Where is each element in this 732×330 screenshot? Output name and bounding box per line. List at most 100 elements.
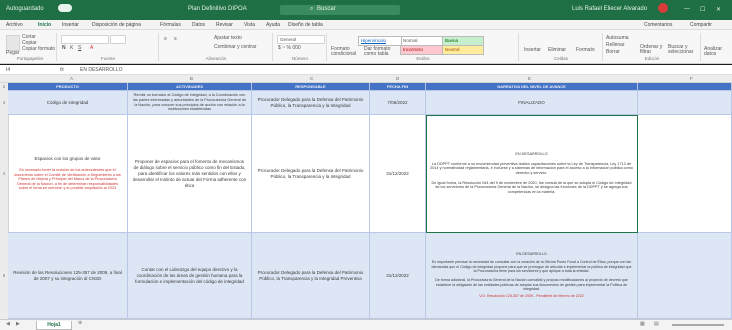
maximize-icon[interactable]: ☐ [700, 6, 705, 13]
table-cell[interactable]: Revisión de las Resoluciones 125-357 de … [8, 233, 128, 319]
autosave-toggle[interactable] [58, 4, 72, 12]
table-cell[interactable]: 7/06/2022 [370, 91, 426, 115]
table-cell[interactable]: Contar con el Liderazgo del equipo direc… [128, 233, 252, 319]
underline-icon[interactable]: S [78, 45, 81, 51]
style-incorrecto[interactable]: Incorrecto [400, 45, 444, 55]
tab-insertar[interactable]: Insertar [62, 22, 79, 28]
tab-archivo[interactable]: Archivo [6, 22, 23, 28]
font-label: Fuente [100, 56, 115, 61]
clear-button[interactable]: Borrar [606, 49, 620, 55]
table-cell[interactable]: Proponer de espacios para el fomento de … [128, 115, 252, 233]
insert-button[interactable]: Insertar [524, 47, 541, 53]
currency-icon[interactable]: $ ~ % 000 [278, 45, 301, 51]
table-cell[interactable]: 31/12/2022 [370, 233, 426, 319]
wrap-text-button[interactable]: Ajustar texto [214, 35, 242, 41]
table-cell[interactable]: FINALIZADO [426, 91, 638, 115]
autosum-button[interactable]: Autosuma [606, 35, 629, 41]
font-size-select[interactable] [110, 35, 126, 44]
avatar[interactable] [658, 3, 668, 13]
autosave-label[interactable]: Autoguardado [6, 6, 44, 12]
table-cell[interactable]: Espacios con los grupos de valor Es nece… [8, 115, 128, 233]
table-cell[interactable]: Código de integridad [8, 91, 128, 115]
tab-ayuda[interactable]: Ayuda [266, 22, 280, 28]
window-title: Plan Definitivo DIPOA [188, 6, 247, 12]
tab-inicio[interactable]: Inicio [38, 22, 51, 28]
cell-note: V.O. Resolución 125-357 de 2009 - Pendie… [479, 294, 584, 299]
sheet-tab-hoja1[interactable]: Hoja1 [36, 321, 72, 330]
number-format-select[interactable]: General [277, 35, 325, 44]
ribbon: Pegar Cortar Copiar Copiar formato Porta… [0, 30, 732, 64]
column-header-b[interactable]: B [190, 76, 193, 81]
table-header[interactable]: RESPONSABLE [252, 83, 370, 91]
cells-label: Celdas [553, 56, 568, 61]
search-icon: ⌕ [310, 6, 314, 12]
table-cell[interactable]: Procurador Delegado para la Defensa del … [252, 115, 370, 233]
sort-filter-button[interactable]: Ordenar y filtrar [640, 45, 668, 55]
font-group: N K S A Fuente [58, 33, 159, 61]
italic-icon[interactable]: K [70, 45, 73, 51]
user-name[interactable]: Luis Rafael Eliecer Alvarado [572, 6, 647, 12]
find-select-button[interactable]: Buscar y seleccionar [668, 45, 698, 55]
table-cell[interactable]: 31/12/2022 [370, 115, 426, 233]
font-color-icon[interactable]: A [90, 45, 93, 51]
style-hyperlink[interactable]: Hipervínculo [358, 36, 402, 46]
number-label: Número [291, 56, 308, 61]
view-layout-icon[interactable]: ▤ [654, 321, 659, 327]
search-input[interactable]: ⌕ Buscar [280, 5, 400, 15]
cell-note: Es necesario tener la revisión de los an… [14, 168, 121, 191]
column-header-c[interactable]: C [310, 76, 313, 81]
table-cell[interactable]: Procurador Delegado para la Defensa del … [252, 233, 370, 319]
format-painter-button[interactable]: Copiar formato [22, 46, 55, 52]
table-header[interactable]: NARRATIVA DEL NIVEL DE AVANCE [426, 83, 638, 91]
column-header-a[interactable]: A [70, 76, 73, 81]
table-cell[interactable] [638, 91, 732, 115]
format-button[interactable]: Formato [576, 47, 595, 53]
fill-button[interactable]: Rellenar [606, 42, 625, 48]
table-header[interactable]: ACTIVIDADES [128, 83, 252, 91]
bold-icon[interactable]: N [62, 45, 66, 51]
table-header[interactable] [638, 83, 732, 91]
tab-disposicion[interactable]: Disposición de página [92, 22, 141, 28]
table-cell[interactable] [638, 115, 732, 233]
tab-vista[interactable]: Vista [244, 22, 255, 28]
styles-label: Estilos [416, 56, 430, 61]
column-header-f[interactable]: F [690, 76, 693, 81]
delete-button[interactable]: Eliminar [548, 47, 566, 53]
table-cell[interactable]: Remitir un borrador al Código de integri… [128, 91, 252, 115]
merge-center-button[interactable]: Combinar y centrar [214, 44, 257, 50]
tab-datos[interactable]: Datos [192, 22, 205, 28]
editing-label: Edición [644, 56, 660, 61]
prev-sheet-icon[interactable]: ◀ [6, 321, 10, 327]
tab-diseno-tabla[interactable]: Diseño de tabla [288, 22, 323, 28]
name-box[interactable]: I4 [6, 67, 46, 73]
formula-input[interactable]: EN DESARROLLO [80, 67, 123, 73]
table-cell[interactable] [638, 233, 732, 319]
sheet-tabs-bar: ◀ ▶ Hoja1 ⊕ ▦ ▤ [0, 319, 732, 330]
column-header-d[interactable]: D [396, 76, 399, 81]
font-name-select[interactable] [61, 35, 109, 44]
align-top-icon[interactable]: ≡ [164, 36, 167, 42]
minimize-icon[interactable]: — [684, 6, 690, 12]
add-sheet-icon[interactable]: ⊕ [78, 320, 82, 326]
table-cell-selected[interactable]: EN DESARROLLO La DDPPT conforme a su enc… [426, 115, 638, 233]
search-placeholder: Buscar [317, 6, 336, 12]
comments-button[interactable]: Comentarios [644, 22, 672, 28]
align-middle-icon[interactable]: ≡ [174, 36, 177, 42]
style-neutral[interactable]: Neutral [442, 45, 484, 55]
table-cell[interactable]: Procurador Delegado para la Defensa del … [252, 91, 370, 115]
fx-icon[interactable]: fx [60, 67, 64, 73]
paste-icon[interactable] [6, 35, 20, 51]
alignment-label: Alineación [205, 56, 227, 61]
view-normal-icon[interactable]: ▦ [640, 321, 645, 327]
analyze-data-button[interactable]: Analizar datos [704, 47, 730, 57]
share-button[interactable]: Compartir [690, 22, 712, 28]
table-header[interactable]: PRODUCTO [8, 83, 128, 91]
next-sheet-icon[interactable]: ▶ [16, 321, 20, 327]
close-icon[interactable]: ✕ [716, 6, 721, 13]
tab-revisar[interactable]: Revisar [216, 22, 233, 28]
tab-formulas[interactable]: Fórmulas [160, 22, 181, 28]
zoom-slider[interactable] [672, 324, 724, 326]
table-cell[interactable]: EN DESARROLLO Es importante precisar la … [426, 233, 638, 319]
column-header-e[interactable]: E [528, 76, 531, 81]
table-header[interactable]: FECHA FIN [370, 83, 426, 91]
